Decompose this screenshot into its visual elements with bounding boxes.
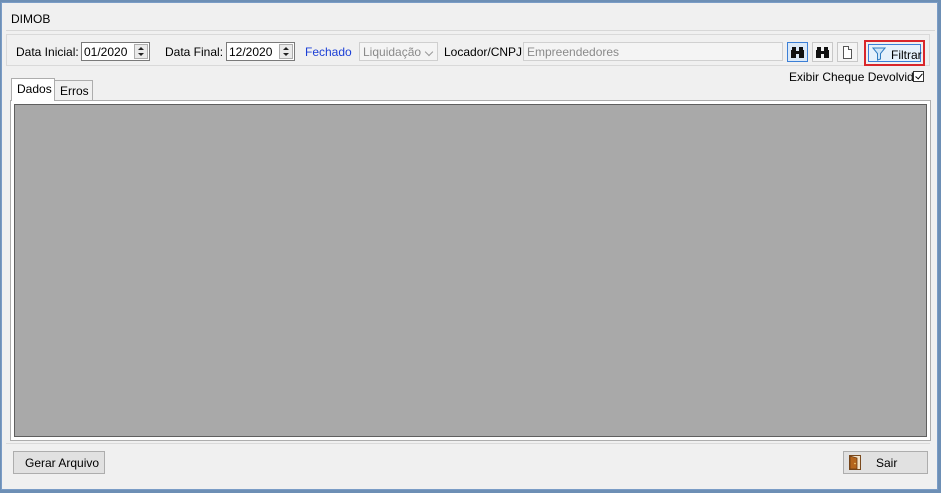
spin-up-icon[interactable] [283,47,289,50]
spin-down-icon[interactable] [283,53,289,56]
data-grid[interactable] [14,104,927,437]
start-date-label: Data Inicial: [16,45,79,59]
search-binoculars-button-2[interactable] [812,42,833,62]
document-icon [843,46,852,59]
tab-erros-label: Erros [60,84,89,98]
exit-button[interactable]: Sair [843,451,928,474]
show-returned-check-label: Exibir Cheque Devolvido [789,70,921,84]
start-date-value: 01/2020 [84,45,128,59]
window-title: DIMOB [11,12,51,26]
tab-erros[interactable]: Erros [54,80,93,100]
chevron-down-icon [424,47,434,57]
generate-file-button[interactable]: Gerar Arquivo [13,451,105,474]
dados-panel [10,100,931,441]
exit-button-label: Sair [876,456,898,470]
footer-bar [6,443,930,482]
checkmark-icon [915,71,923,80]
binoculars-icon [816,47,829,58]
new-document-button[interactable] [837,42,858,62]
start-date-spinner[interactable] [134,44,148,59]
type-select[interactable]: Liquidação [359,42,438,61]
end-date-value: 12/2020 [229,45,273,59]
show-returned-checkbox[interactable] [913,71,924,82]
end-date-spinner[interactable] [279,44,293,59]
end-date-label: Data Final: [165,45,224,59]
binoculars-icon [791,47,804,58]
type-value: Liquidação [363,45,422,59]
start-date-input[interactable]: 01/2020 [81,42,150,61]
filter-button[interactable]: Filtrar [868,44,922,62]
tab-dados-label: Dados [17,82,52,96]
generate-file-label: Gerar Arquivo [25,456,100,470]
door-exit-icon [849,455,861,470]
search-binoculars-button[interactable] [787,42,808,62]
filter-button-label: Filtrar [891,48,922,62]
locador-value: Empreendedores [527,45,620,59]
end-date-input[interactable]: 12/2020 [226,42,295,61]
spin-down-icon[interactable] [138,53,144,56]
filter-button-highlight: Filtrar [864,40,925,66]
funnel-icon [872,47,886,61]
status-text: Fechado [305,45,352,59]
spin-up-icon[interactable] [138,47,144,50]
tab-dados[interactable]: Dados [11,78,55,101]
locador-input[interactable]: Empreendedores [523,42,783,61]
locador-label: Locador/CNPJ: [444,45,526,59]
title-divider [6,30,935,31]
